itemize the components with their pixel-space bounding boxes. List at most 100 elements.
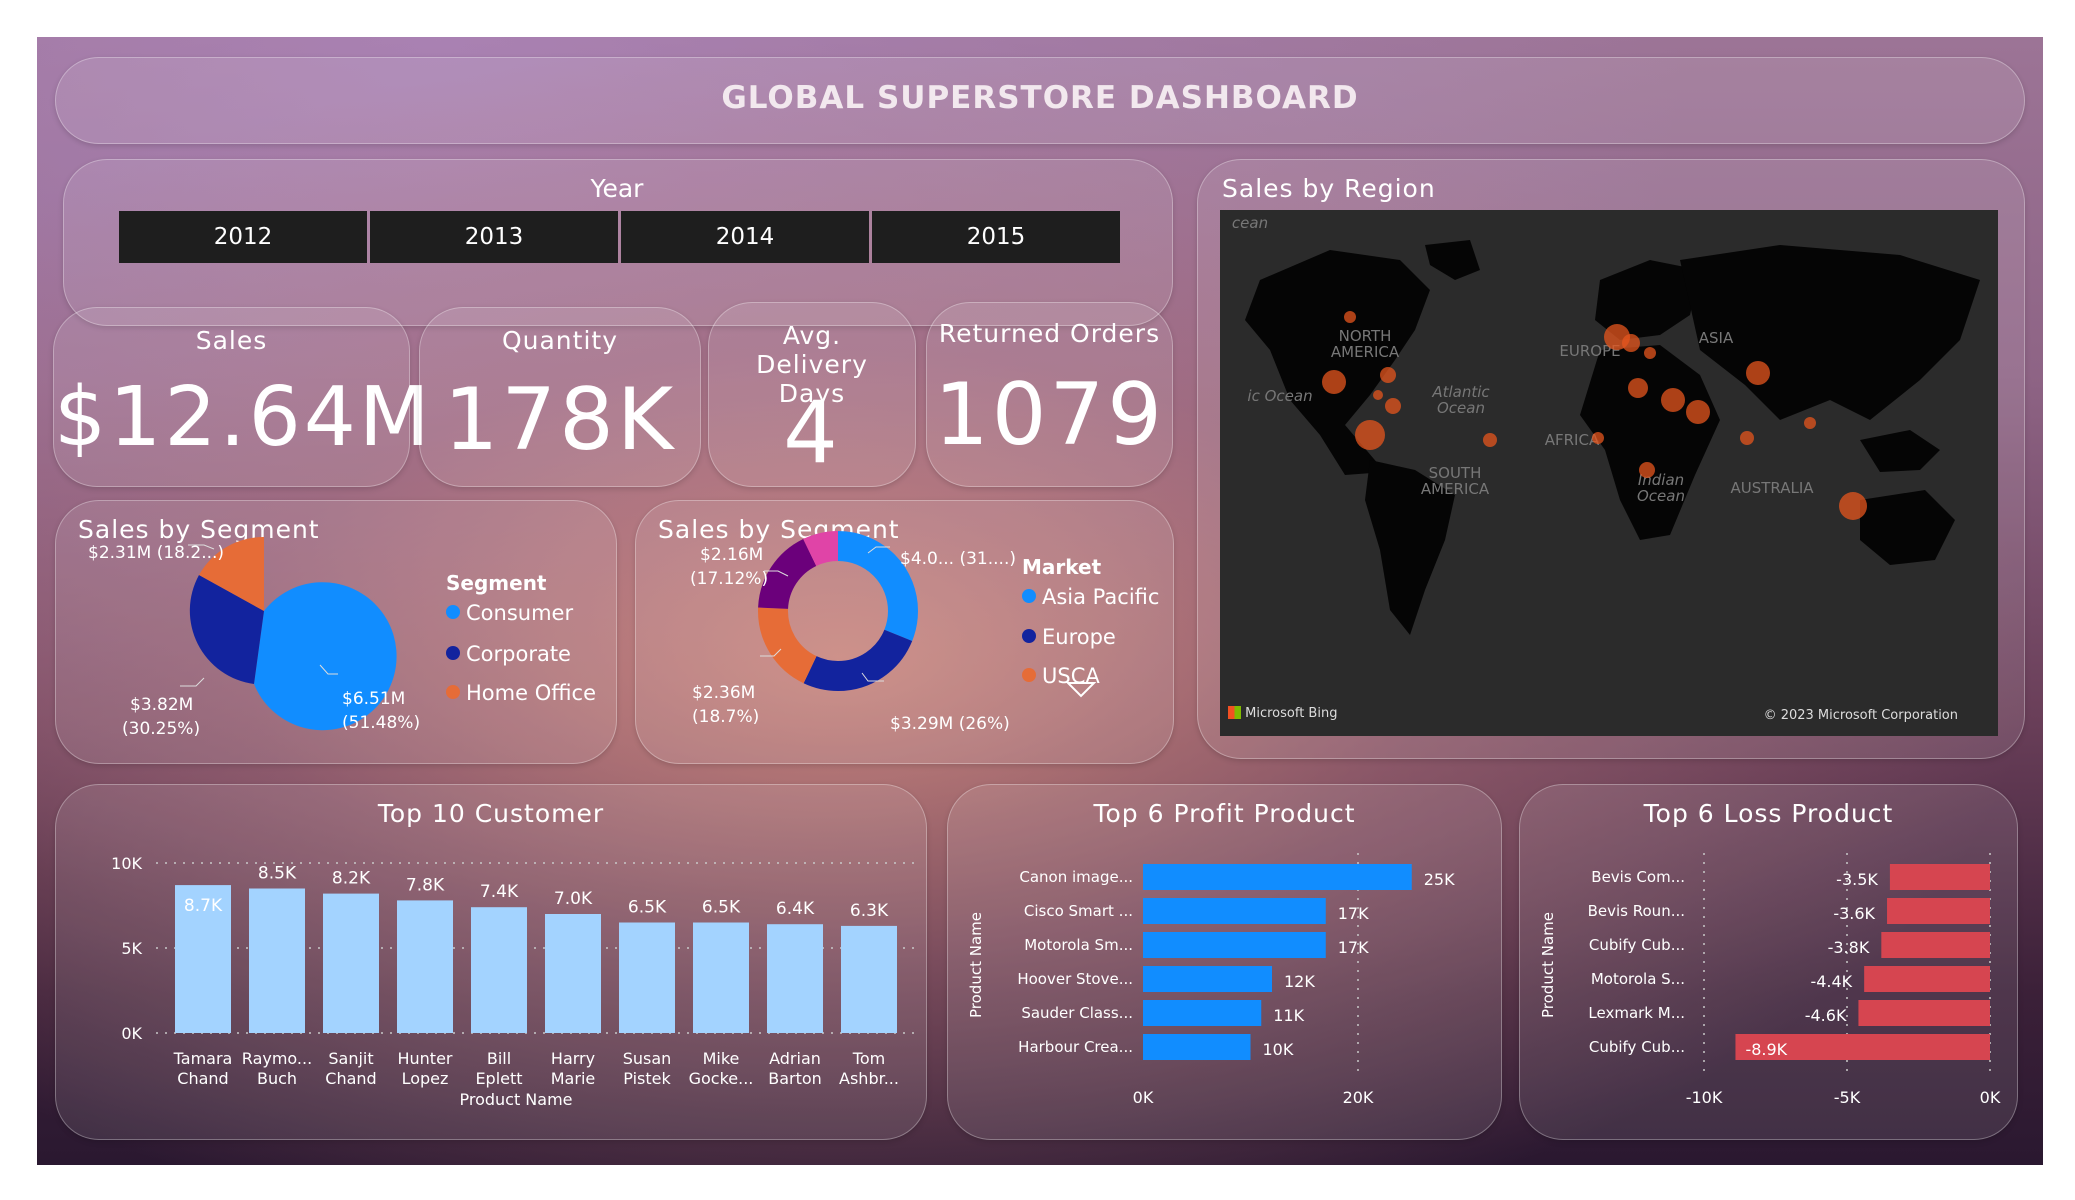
legend-item-asia-pacific[interactable]: Asia Pacific: [1022, 585, 1159, 609]
map-title: Sales by Region: [1222, 174, 1436, 203]
loss-value-label: -3.5K: [1836, 870, 1878, 889]
customer-name-label: Sanjit: [328, 1049, 373, 1068]
donut-label-2: $4.0... (31....): [900, 549, 1016, 569]
profit-product-label: Hoover Stove...: [1017, 970, 1133, 988]
legend-europe-label: Europe: [1042, 625, 1116, 649]
loss-product-label: Bevis Roun...: [1588, 902, 1685, 920]
profit-value-label: 10K: [1263, 1040, 1294, 1059]
bing-logo: Microsoft Bing: [1228, 706, 1337, 721]
customer-bar[interactable]: [249, 888, 305, 1034]
loss-bar[interactable]: [1864, 966, 1990, 992]
sales-map[interactable]: NORTH AMERICA EUROPE ASIA AFRICA SOUTH AMERI…: [1220, 210, 1998, 736]
year-option-2012[interactable]: 2012: [119, 211, 367, 263]
customer-name-label: Chand: [177, 1069, 228, 1088]
x-tick-label: 0K: [1133, 1088, 1154, 1107]
customer-bar[interactable]: [619, 922, 675, 1034]
year-option-2014[interactable]: 2014: [621, 211, 869, 263]
customer-name-label: Marie: [551, 1069, 595, 1088]
kpi-sales-label: Sales: [195, 326, 268, 355]
legend-corporate-label: Corporate: [466, 642, 571, 666]
year-option-2015[interactable]: 2015: [872, 211, 1120, 263]
kpi-quantity-card: Quantity 178K: [419, 307, 701, 487]
loss-bar[interactable]: [1858, 1000, 1990, 1026]
loss-value-label: -3.8K: [1828, 938, 1870, 957]
pie-label-home-office: $2.31M (18.2...): [88, 543, 225, 563]
legend-item-consumer[interactable]: Consumer: [446, 601, 573, 625]
loss-bar[interactable]: [1887, 898, 1990, 924]
y-tick-label: 0K: [121, 1024, 142, 1043]
kpi-quantity-value: 178K: [443, 370, 677, 470]
profit-bar[interactable]: [1143, 1000, 1262, 1026]
loss-value-label: -4.6K: [1805, 1006, 1847, 1025]
legend-usca-label: USCA: [1042, 664, 1100, 688]
kpi-returned-label: Returned Orders: [938, 319, 1161, 348]
profit-bar[interactable]: [1143, 932, 1326, 958]
loss-product-label: Motorola S...: [1591, 970, 1685, 988]
customer-name-label: Pistek: [623, 1069, 671, 1088]
loss-bar[interactable]: [1889, 864, 1990, 890]
customer-value-label: 8.2K: [332, 869, 371, 889]
customer-bar[interactable]: [767, 924, 823, 1033]
customer-bar[interactable]: [397, 900, 453, 1033]
kpi-delivery-value: 4: [783, 383, 841, 483]
customer-name-label: Tom: [852, 1049, 885, 1068]
customer-name-label: Hunter: [397, 1049, 452, 1068]
corporate-dot: [446, 646, 460, 660]
dashboard-canvas: GLOBAL SUPERSTORE DASHBOARD Year 2012 20…: [37, 37, 2043, 1165]
loss-value-label: -4.4K: [1810, 972, 1852, 991]
customer-bar[interactable]: [323, 893, 379, 1033]
market-donut-card: Sales by Segment $2.16M (17.12%) $4.0...…: [635, 500, 1174, 764]
customer-bar[interactable]: [841, 925, 897, 1033]
loss-product-label: Bevis Com...: [1591, 868, 1685, 886]
x-axis-title: Product Name: [459, 1090, 572, 1109]
customer-name-label: Raymo...: [242, 1049, 312, 1068]
pie-label-corporate-value: $3.82M: [130, 695, 194, 715]
customer-name-label: Mike: [703, 1049, 740, 1068]
legend-item-corporate[interactable]: Corporate: [446, 642, 571, 666]
loss-product-label: Cubify Cub...: [1589, 1038, 1685, 1056]
pie-label-consumer-pct: (51.48%): [342, 713, 421, 733]
customer-bar[interactable]: [545, 914, 601, 1033]
customer-value-label: 7.4K: [480, 882, 519, 902]
top-loss-card: Top 6 Loss Product -10K -5K 0K Bevis Com...…: [1519, 784, 2018, 1140]
customer-value-label: 6.3K: [850, 901, 889, 921]
europe-dot: [1022, 629, 1036, 643]
top-customers-chart: 10K5K0K8.7KTamaraChand8.5KRaymo...Buch8.…: [111, 854, 916, 1109]
kpi-sales-card: Sales $12.64M: [53, 307, 430, 487]
profit-product-label: Cisco Smart ...: [1024, 902, 1133, 920]
profit-value-label: 11K: [1273, 1006, 1304, 1025]
legend-item-europe[interactable]: Europe: [1022, 625, 1116, 649]
profit-bar[interactable]: [1143, 966, 1272, 992]
legend-item-home-office[interactable]: Home Office: [446, 681, 596, 705]
pie-label-corporate-pct: (30.25%): [122, 719, 201, 739]
profit-product-label: Motorola Sm...: [1024, 936, 1133, 954]
legend-item-usca[interactable]: USCA: [1022, 664, 1100, 688]
customer-name-label: Eplett: [475, 1069, 522, 1088]
loss-product-label: Cubify Cub...: [1589, 936, 1685, 954]
year-option-2013[interactable]: 2013: [370, 211, 618, 263]
customer-value-label: 8.5K: [258, 864, 297, 884]
loss-value-label: -3.6K: [1833, 904, 1875, 923]
consumer-dot: [446, 605, 460, 619]
customer-bar[interactable]: [471, 907, 527, 1033]
profit-bar[interactable]: [1143, 864, 1412, 890]
customer-value-label: 7.0K: [554, 889, 593, 909]
customer-name-label: Barton: [768, 1069, 822, 1088]
loss-value-label: -8.9K: [1745, 1040, 1787, 1059]
customer-value-label: 6.5K: [628, 898, 667, 918]
customer-value-label: 6.5K: [702, 898, 741, 918]
x-tick-label: -10K: [1686, 1088, 1723, 1107]
customer-bar[interactable]: [693, 922, 749, 1034]
profit-bar[interactable]: [1143, 898, 1326, 924]
kpi-returned-card: Returned Orders 1079: [926, 302, 1173, 487]
profit-bar[interactable]: [1143, 1034, 1251, 1060]
y-axis-title: Product Name: [1539, 912, 1557, 1018]
map-bubbles: [1322, 311, 1867, 520]
legend-home-office-label: Home Office: [466, 681, 596, 705]
customer-name-label: Gocke...: [689, 1069, 754, 1088]
windows-icon: [1228, 706, 1241, 719]
customer-name-label: Bill: [487, 1049, 511, 1068]
top-profit-card: Top 6 Profit Product 0K 20K Canon image...…: [947, 784, 1502, 1140]
loss-bar[interactable]: [1881, 932, 1990, 958]
donut-label-3-value: $2.36M: [692, 683, 756, 703]
